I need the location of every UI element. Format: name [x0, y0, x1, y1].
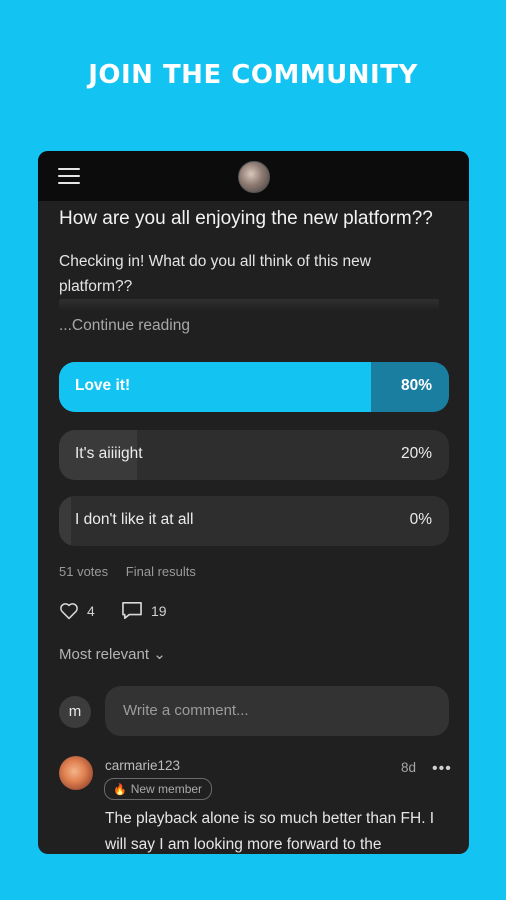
app-screen: How are you all enjoying the new platfor…	[38, 151, 469, 854]
more-icon[interactable]: •••	[432, 760, 452, 778]
poll-option-percent: 20%	[400, 445, 432, 462]
poll-option-percent: 0%	[409, 511, 432, 528]
poll-option-label: I don't like it at all	[75, 511, 194, 528]
poll-option-dont-like-it[interactable]: I don't like it at all 0%	[59, 496, 449, 546]
poll-meta: 51 votes Final results	[59, 564, 210, 579]
heart-icon	[60, 603, 78, 620]
poll-option-percent: 80%	[400, 377, 432, 394]
top-bar	[38, 151, 469, 201]
promo-headline: JOIN THE COMMUNITY	[88, 60, 418, 90]
badge-label: New member	[130, 782, 203, 796]
post-body: Checking in! What do you all think of th…	[59, 253, 371, 295]
sort-label: Most relevant	[59, 646, 150, 663]
comment-icon	[122, 601, 142, 620]
chevron-down-icon: ⌄	[153, 646, 166, 663]
community-avatar[interactable]	[238, 161, 270, 193]
comment-count: 19	[151, 602, 167, 619]
sort-dropdown[interactable]: Most relevant ⌄	[59, 645, 166, 663]
continue-reading-link[interactable]: ...Continue reading	[59, 317, 190, 335]
current-user-avatar: m	[59, 696, 91, 728]
poll-option-label: Love it!	[75, 377, 131, 394]
vote-count: 51 votes	[59, 564, 109, 579]
commenter-avatar[interactable]	[59, 756, 93, 790]
comment-input[interactable]: Write a comment...	[105, 686, 449, 736]
poll-status: Final results	[125, 564, 196, 579]
poll-fill	[59, 496, 71, 546]
like-button[interactable]: 4	[59, 601, 95, 620]
fire-icon: 🔥	[113, 783, 127, 796]
comment-username[interactable]: carmarie123	[105, 758, 180, 773]
comments-button[interactable]: 19	[121, 601, 167, 620]
post-title[interactable]: How are you all enjoying the new platfor…	[59, 208, 454, 230]
poll-option-its-aiiiight[interactable]: It's aiiiight 20%	[59, 430, 449, 480]
member-badge: 🔥 New member	[104, 778, 213, 800]
comment-age: 8d	[401, 760, 417, 775]
comment-text: The playback alone is so much better tha…	[105, 810, 435, 853]
poll-option-love-it[interactable]: Love it! 80%	[59, 362, 449, 412]
like-count: 4	[87, 602, 95, 619]
poll-option-label: It's aiiiight	[75, 445, 143, 462]
menu-icon[interactable]	[58, 168, 80, 184]
post-body-fade	[59, 299, 439, 311]
